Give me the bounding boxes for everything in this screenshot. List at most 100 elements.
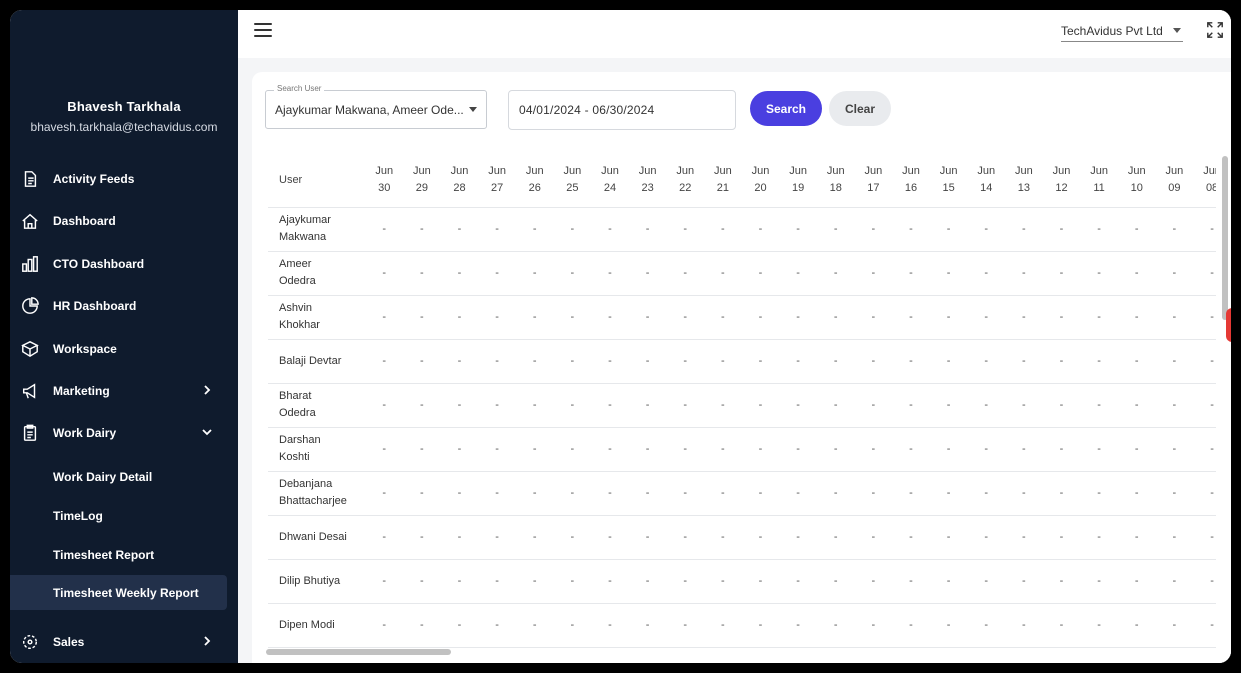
table-row: Dilip Bhutiya - - - - - - - - - - - - - - - - - - - - - - - <box>268 559 1216 604</box>
hours-cell: - <box>816 251 855 296</box>
sidebar-item-cto-dashboard[interactable]: CTO Dashboard <box>10 246 228 282</box>
hours-cell: - <box>553 471 592 516</box>
column-header-day-number: 09 <box>1168 182 1181 195</box>
hours-cell: - <box>1005 251 1043 296</box>
column-header-day: Jun 22 <box>666 154 705 208</box>
clear-button[interactable]: Clear <box>829 91 891 126</box>
column-header-day-number: 25 <box>566 182 579 195</box>
search-button[interactable]: Search <box>750 91 822 126</box>
hours-cell: - <box>1042 251 1081 296</box>
hours-cell: - <box>967 207 1006 252</box>
column-header-day-number: 08 <box>1205 182 1216 195</box>
sidebar-item-label: Sales <box>53 635 85 649</box>
hours-cell: - <box>666 603 705 648</box>
hours-cell: - <box>816 383 855 428</box>
sidebar-item-dashboard[interactable]: Dashboard <box>10 203 228 239</box>
hours-cell: - <box>440 383 479 428</box>
table-row: Ajaykumar Makwana - - - - - - - - - - - - - - - - - - - - - - - <box>268 207 1216 252</box>
column-header-user: User <box>268 154 366 208</box>
hours-cell: - <box>628 295 667 340</box>
hours-cell: - <box>929 295 968 340</box>
hours-cell: - <box>591 207 629 252</box>
hours-cell: - <box>1080 251 1118 296</box>
sidebar-item-label: CTO Dashboard <box>53 257 145 271</box>
hours-cell: - <box>1005 603 1043 648</box>
settings-tab[interactable] <box>1226 308 1231 342</box>
column-header-day-number: 22 <box>679 182 692 195</box>
sidebar-item-marketing[interactable]: Marketing <box>10 373 228 409</box>
hours-cell: - <box>779 383 817 428</box>
hours-cell: - <box>591 295 629 340</box>
hours-cell: - <box>704 471 742 516</box>
table-row: Dipen Modi - - - - - - - - - - - - - - - - - - - - - - - <box>268 603 1216 648</box>
table-row: Darshan Koshti - - - - - - - - - - - - - - - - - - - - - - - <box>268 427 1216 472</box>
hours-cell: - <box>628 251 667 296</box>
sidebar-subitem-timelog[interactable]: TimeLog <box>10 498 227 533</box>
hours-cell: - <box>628 603 667 648</box>
hours-cell: - <box>365 515 404 560</box>
timesheet-table-container[interactable]: User Jun 30 Jun 29 Jun 28 Jun 27 Jun 26 Jun 25 Jun 24… <box>268 154 1216 654</box>
hours-cell: - <box>591 471 629 516</box>
hours-cell: - <box>967 515 1006 560</box>
hours-cell: - <box>816 559 855 604</box>
horizontal-scrollbar[interactable] <box>266 649 451 655</box>
hours-cell: - <box>779 515 817 560</box>
sidebar-item-activity-feeds[interactable]: Activity Feeds <box>10 161 228 197</box>
hours-cell: - <box>816 603 855 648</box>
hours-cell: - <box>929 559 968 604</box>
hours-cell: - <box>365 295 404 340</box>
hours-cell: - <box>553 559 592 604</box>
column-header-day-number: 29 <box>415 182 428 195</box>
column-header-day: Jun 12 <box>1042 154 1081 208</box>
hours-cell: - <box>403 207 441 252</box>
hours-cell: - <box>365 559 404 604</box>
hours-cell: - <box>440 295 479 340</box>
gear-icon <box>1229 317 1231 332</box>
hours-cell: - <box>666 383 705 428</box>
search-user-select[interactable]: Search User Ajaykumar Makwana, Ameer Ode… <box>265 84 487 129</box>
box-icon <box>20 339 40 359</box>
hours-cell: - <box>1042 339 1081 384</box>
hours-cell: - <box>1117 339 1156 384</box>
fullscreen-icon[interactable] <box>1206 21 1226 41</box>
menu-toggle-icon[interactable] <box>254 23 272 41</box>
column-header-month: Jun <box>939 165 958 178</box>
sidebar-subitem-work-dairy-detail[interactable]: Work Dairy Detail <box>10 459 227 494</box>
column-header-day-number: 27 <box>490 182 504 195</box>
column-header-day: Jun 23 <box>628 154 667 208</box>
hours-cell: - <box>704 383 742 428</box>
hours-cell: - <box>478 339 516 384</box>
hours-cell: - <box>854 383 893 428</box>
hours-cell: - <box>816 647 855 654</box>
sidebar-item-label: Work Dairy Detail <box>53 469 153 484</box>
vertical-scrollbar[interactable] <box>1222 156 1228 320</box>
column-header-day: Jun 09 <box>1155 154 1194 208</box>
sidebar-subitem-timesheet-report[interactable]: Timesheet Report <box>10 537 227 572</box>
hours-cell: - <box>666 427 705 472</box>
hours-cell: - <box>478 559 516 604</box>
hours-cell: - <box>892 471 930 516</box>
hours-cell: - <box>967 295 1006 340</box>
hours-cell: - <box>553 383 592 428</box>
company-select[interactable]: TechAvidus Pvt Ltd <box>1061 20 1183 42</box>
hours-cell: - <box>741 295 780 340</box>
sidebar-subitem-timesheet-weekly-report[interactable]: Timesheet Weekly Report <box>10 575 227 610</box>
hours-cell: - <box>929 339 968 384</box>
user-cell: Debanjana Bhattacharjee <box>268 471 366 516</box>
sidebar-item-workspace[interactable]: Workspace <box>10 331 228 367</box>
pie-chart-icon <box>20 296 40 316</box>
table-row: Bharat Odedra - - - - - - - - - - - - - - - - - - - - - - - <box>268 383 1216 428</box>
column-header-day: Jun 28 <box>440 154 479 208</box>
sidebar-item-hr-dashboard[interactable]: HR Dashboard <box>10 288 228 324</box>
sidebar-item-work-dairy[interactable]: Work Dairy <box>10 415 228 451</box>
user-last-name: Makwana <box>279 231 327 243</box>
hours-cell: - <box>704 339 742 384</box>
hours-cell: - <box>1155 383 1194 428</box>
column-header-day-number: 15 <box>942 182 955 195</box>
hours-cell: - <box>515 515 554 560</box>
date-range-input[interactable]: 04/01/2024 - 06/30/2024 <box>508 90 736 130</box>
sidebar-item-sales[interactable]: Sales <box>10 624 228 660</box>
hours-cell: - <box>403 559 441 604</box>
hours-cell: - <box>892 251 930 296</box>
user-cell: Dipen Modi <box>268 603 366 648</box>
